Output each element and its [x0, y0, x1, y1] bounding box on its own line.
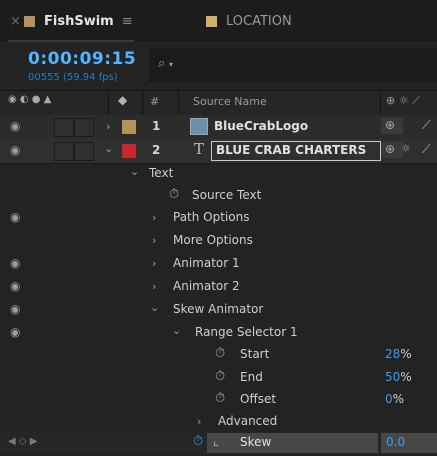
property-label: Text	[149, 166, 174, 180]
property-label: Advanced	[218, 414, 278, 428]
column-switch-icons: ◉ ◐ ● ▲	[8, 94, 52, 105]
property-offset[interactable]: ⏱ Offset 0%	[0, 389, 437, 411]
solo-toggle[interactable]	[74, 118, 94, 137]
property-label: Skew	[240, 435, 272, 449]
sun-switch-icon: ☼	[401, 142, 411, 155]
layer-name[interactable]: BLUE CRAB CHARTERS	[216, 143, 366, 157]
chevron-right-icon[interactable]: ›	[152, 211, 156, 224]
layer-row-1[interactable]: ◉ › 1 BlueCrabLogo ⊕ ⟋	[0, 115, 437, 140]
stopwatch-icon[interactable]: ⏱	[193, 434, 203, 449]
eye-icon[interactable]: ◉	[10, 119, 20, 133]
search-dropdown-icon[interactable]: ▾	[169, 60, 173, 69]
property-label: End	[240, 370, 263, 384]
tab-fishswim[interactable]: × FishSwim ≡	[10, 8, 133, 34]
layer-name[interactable]: BlueCrabLogo	[214, 119, 308, 133]
frame-count: 00555 (59.94 fps)	[28, 72, 118, 83]
image-layer-icon	[190, 118, 208, 135]
current-time-display[interactable]: 0:00:09:15	[28, 49, 136, 69]
property-label: Range Selector 1	[195, 325, 298, 339]
eye-icon[interactable]: ◉	[10, 143, 20, 157]
chevron-down-icon[interactable]: ⌄	[172, 324, 181, 337]
column-divider	[142, 91, 143, 115]
text-layer-icon: T	[194, 140, 205, 158]
end-value[interactable]: 50%	[385, 370, 412, 384]
layer-number: 2	[152, 143, 161, 157]
solo-toggle[interactable]	[74, 142, 94, 161]
switches-icons: ⊕ ☼ ⟋	[386, 94, 420, 107]
stopwatch-icon[interactable]: ⏱	[169, 187, 179, 202]
eye-icon[interactable]: ◉	[10, 256, 20, 270]
property-advanced[interactable]: › Advanced	[0, 411, 437, 433]
chevron-down-icon[interactable]: ⌄	[150, 301, 159, 314]
stopwatch-icon[interactable]: ⏱	[215, 346, 225, 361]
chevron-right-icon[interactable]: ›	[106, 120, 110, 133]
offset-value[interactable]: 0%	[385, 392, 404, 406]
search-input[interactable]: ⌕ ▾	[149, 48, 437, 82]
graph-icon[interactable]: ⌞	[213, 434, 219, 449]
time-header: 0:00:09:15 00555 (59.94 fps) ⌕ ▾	[0, 42, 437, 90]
stopwatch-icon[interactable]: ⏱	[215, 391, 225, 406]
chevron-right-icon[interactable]: ›	[152, 280, 156, 293]
property-source-text[interactable]: ⏱ Source Text	[0, 185, 437, 207]
property-label: Animator 2	[173, 279, 240, 293]
eye-icon[interactable]: ◉	[10, 210, 20, 224]
quality-switch-icon[interactable]: ⟋	[422, 118, 430, 133]
search-icon: ⌕	[158, 56, 166, 71]
property-path-options[interactable]: ◉ › Path Options	[0, 207, 437, 229]
composition-color-swatch	[206, 15, 217, 27]
property-label: Source Text	[192, 188, 262, 202]
property-animator-2[interactable]: ◉ › Animator 2	[0, 276, 437, 298]
tab-location[interactable]: LOCATION	[206, 8, 292, 34]
property-skew[interactable]: ◀ ◇ ▶ ⏱ ⌞ Skew 0.0	[0, 432, 437, 454]
start-value[interactable]: 28%	[385, 347, 412, 361]
eye-icon[interactable]: ◉	[10, 302, 20, 316]
column-source-name[interactable]: Source Name	[193, 95, 267, 108]
panel-tab-bar: × FishSwim ≡ LOCATION	[0, 0, 437, 42]
eye-icon[interactable]: ◉	[10, 279, 20, 293]
chevron-right-icon[interactable]: ›	[197, 415, 201, 428]
label-color-swatch[interactable]	[122, 144, 136, 158]
column-hash: #	[150, 95, 160, 108]
chevron-down-icon[interactable]: ⌄	[130, 165, 139, 178]
tab-label: LOCATION	[226, 13, 292, 29]
tab-label: FishSwim	[44, 13, 114, 29]
chevron-down-icon[interactable]: ⌄	[104, 142, 113, 155]
column-divider	[380, 91, 381, 115]
audio-toggle[interactable]	[54, 118, 74, 137]
skew-value[interactable]: 0.0	[386, 435, 405, 449]
keyframe-navigator[interactable]: ◀ ◇ ▶	[8, 436, 37, 447]
property-label: More Options	[173, 233, 253, 247]
composition-color-swatch	[24, 15, 35, 27]
layer-number: 1	[152, 119, 161, 133]
property-end[interactable]: ⏱ End 50%	[0, 367, 437, 389]
quality-switch-icon[interactable]: ⟋	[422, 142, 430, 157]
collapse-switch-icon: ⊕	[385, 142, 396, 156]
chevron-right-icon[interactable]: ›	[152, 234, 156, 247]
property-label: Offset	[240, 392, 277, 406]
column-divider	[108, 91, 109, 115]
property-range-selector-1[interactable]: ◉ ⌄ Range Selector 1	[0, 322, 437, 344]
layer-row-2[interactable]: ◉ ⌄ 2 T BLUE CRAB CHARTERS ⊕ ☼ ⟋	[0, 139, 437, 164]
property-skew-animator[interactable]: ◉ ⌄ Skew Animator	[0, 299, 437, 321]
close-icon[interactable]: ×	[10, 14, 24, 29]
stopwatch-icon[interactable]: ⏱	[215, 369, 225, 384]
property-more-options[interactable]: › More Options	[0, 230, 437, 252]
property-label: Start	[240, 347, 270, 361]
property-animator-1[interactable]: ◉ › Animator 1	[0, 253, 437, 275]
property-text[interactable]: ⌄ Text	[0, 163, 437, 185]
eye-icon[interactable]: ◉	[10, 325, 20, 339]
property-label: Skew Animator	[173, 302, 264, 316]
label-color-swatch[interactable]	[122, 120, 136, 134]
selected-property-highlight	[207, 433, 378, 453]
column-divider	[178, 91, 179, 115]
property-label: Path Options	[173, 210, 250, 224]
chevron-right-icon[interactable]: ›	[152, 257, 156, 270]
panel-menu-icon[interactable]: ≡	[122, 14, 133, 29]
audio-toggle[interactable]	[54, 142, 74, 161]
label-tag-icon: ◆	[118, 93, 128, 107]
collapse-switch-icon: ⊕	[385, 118, 396, 132]
column-header-row: ◉ ◐ ● ▲ ◆ # Source Name ⊕ ☼ ⟋	[0, 90, 437, 116]
property-start[interactable]: ⏱ Start 28%	[0, 344, 437, 366]
property-label: Animator 1	[173, 256, 240, 270]
